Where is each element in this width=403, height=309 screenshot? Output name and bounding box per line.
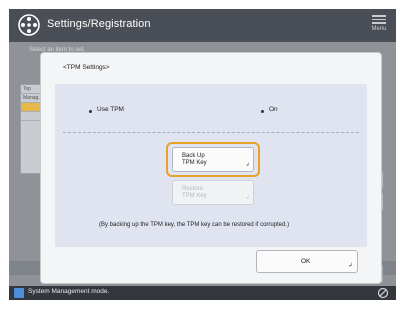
use-tpm-label: Use TPM [97,106,124,113]
menu-label: Menu [371,25,387,32]
divider [63,132,359,133]
bullet-icon [89,110,92,113]
corner-mark-icon: ↲ [245,162,250,168]
mode-text: System Management mode. [28,288,110,295]
back-up-tpm-key-label: Back Up TPM Key [182,153,207,166]
dialog-title: <TPM Settings> [63,64,110,71]
ok-button[interactable]: OK ↲ [256,250,358,273]
status-bar: System Management mode. [9,286,396,300]
back-up-tpm-key-button[interactable]: Back Up TPM Key ↲ [172,147,254,172]
corner-mark-icon: ↲ [347,263,353,269]
tpm-settings-dialog: <TPM Settings> Use TPM On Back Up TPM Ke… [41,53,381,283]
window-title: Settings/Registration [47,18,151,30]
bullet-icon [261,110,264,113]
menu-button[interactable]: Menu [368,13,390,37]
settings-gear-icon [18,14,40,36]
backup-note: (By backing up the TPM key, the TPM key … [99,222,290,228]
ok-label: OK [301,258,311,265]
use-tpm-status-row: Use TPM On [55,106,367,118]
restore-tpm-key-label: Restore TPM Key [182,186,207,199]
device-screen: Settings/Registration Menu Select an ite… [9,9,396,300]
restore-tpm-key-button[interactable]: Restore TPM Key ↲ [172,180,254,205]
title-bar: Settings/Registration Menu [9,9,396,42]
system-management-icon [14,288,24,298]
use-tpm-value: On [269,106,278,113]
menu-icon [368,15,390,24]
corner-mark-icon: ↲ [245,195,250,201]
status-monitor-icon[interactable] [376,286,390,300]
